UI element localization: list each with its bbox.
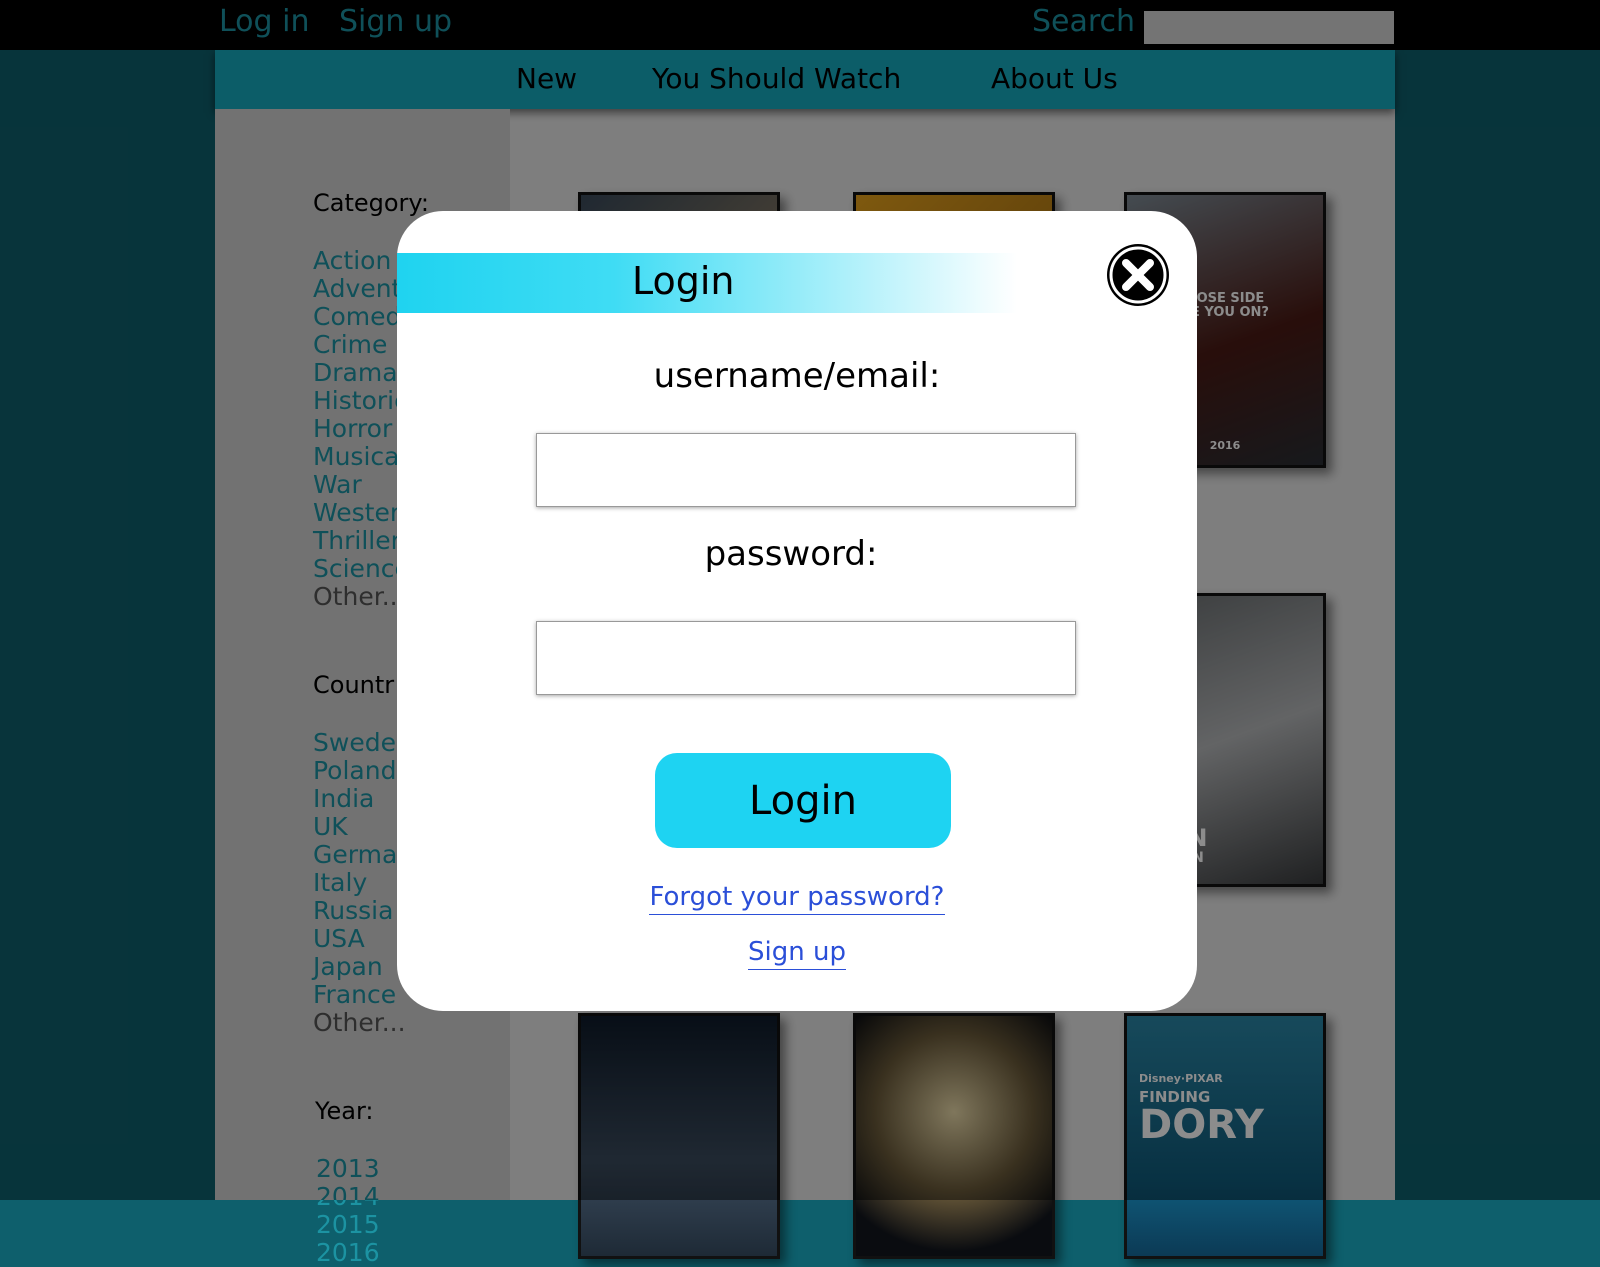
close-button[interactable] xyxy=(1107,244,1169,306)
modal-header: Login xyxy=(397,253,1017,313)
modal-title: Login xyxy=(632,259,735,303)
login-modal: Login username/email: password: Login Fo… xyxy=(397,211,1197,1011)
forgot-password-link[interactable]: Forgot your password? xyxy=(649,882,945,915)
signup-row: Sign up xyxy=(397,937,1197,970)
year-item[interactable]: 2015 xyxy=(316,1211,380,1239)
login-button[interactable]: Login xyxy=(655,753,951,848)
forgot-password-row: Forgot your password? xyxy=(397,882,1197,915)
password-label: password: xyxy=(704,534,878,574)
modal-signup-link[interactable]: Sign up xyxy=(748,937,846,970)
close-icon xyxy=(1109,246,1167,304)
username-input[interactable] xyxy=(536,433,1076,507)
password-input[interactable] xyxy=(536,621,1076,695)
username-label: username/email: xyxy=(653,356,941,396)
year-item[interactable]: 2016 xyxy=(316,1239,380,1267)
